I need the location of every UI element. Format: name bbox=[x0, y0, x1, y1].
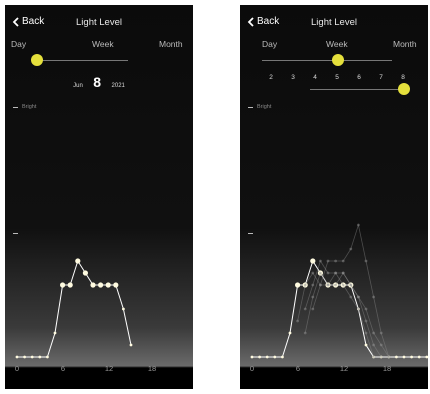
x-tick-6: 6 bbox=[295, 364, 301, 373]
data-point bbox=[311, 295, 315, 299]
data-point bbox=[122, 307, 125, 311]
data-point bbox=[258, 355, 261, 359]
x-tick-0: 0 bbox=[14, 364, 20, 373]
data-point bbox=[311, 271, 315, 275]
data-point bbox=[357, 295, 360, 299]
light-level-chart bbox=[15, 258, 133, 359]
data-point bbox=[379, 343, 383, 347]
x-tick-6: 6 bbox=[60, 364, 66, 373]
data-point bbox=[60, 282, 66, 288]
data-point bbox=[341, 259, 345, 263]
data-point bbox=[372, 355, 375, 359]
data-point bbox=[67, 282, 73, 288]
data-point bbox=[357, 307, 360, 311]
data-point bbox=[303, 331, 307, 335]
data-point bbox=[334, 271, 337, 275]
series-line bbox=[252, 259, 427, 358]
x-axis: 0 6 12 18 bbox=[240, 364, 428, 380]
data-point bbox=[334, 283, 337, 287]
data-point bbox=[53, 331, 57, 335]
data-point bbox=[326, 271, 330, 275]
data-point bbox=[364, 319, 368, 323]
data-point bbox=[326, 259, 330, 263]
data-point bbox=[311, 283, 315, 287]
data-point bbox=[15, 355, 19, 359]
data-point bbox=[417, 355, 421, 359]
data-point bbox=[387, 355, 391, 359]
data-point bbox=[250, 355, 254, 359]
data-point bbox=[364, 307, 368, 311]
data-point bbox=[319, 283, 322, 287]
data-point bbox=[326, 283, 330, 287]
data-point bbox=[273, 355, 277, 359]
data-point bbox=[319, 271, 322, 275]
data-point bbox=[311, 307, 315, 311]
data-point bbox=[349, 283, 353, 287]
data-point bbox=[310, 258, 316, 264]
data-point bbox=[364, 331, 368, 335]
data-point bbox=[364, 259, 368, 263]
data-point bbox=[334, 259, 337, 263]
week-view-screen: Back Light Level Day Week Month 2 3 4 5 … bbox=[240, 5, 428, 389]
x-tick-12: 12 bbox=[104, 364, 114, 373]
series-line bbox=[17, 259, 132, 358]
data-point bbox=[281, 355, 284, 359]
series-line bbox=[304, 272, 390, 358]
series-line bbox=[304, 260, 382, 358]
data-point bbox=[105, 282, 111, 288]
data-point bbox=[129, 343, 133, 347]
data-point bbox=[46, 355, 49, 359]
data-point bbox=[295, 282, 301, 288]
data-point bbox=[265, 355, 269, 359]
data-point bbox=[379, 355, 383, 359]
x-axis: 0 6 12 18 bbox=[5, 364, 193, 380]
x-tick-18: 18 bbox=[382, 364, 392, 373]
data-point bbox=[82, 270, 88, 276]
data-point bbox=[288, 331, 292, 335]
data-point bbox=[364, 343, 368, 347]
data-point bbox=[410, 355, 413, 359]
data-point bbox=[395, 355, 398, 359]
x-tick-12: 12 bbox=[339, 364, 349, 373]
x-tick-18: 18 bbox=[147, 364, 157, 373]
data-point bbox=[379, 331, 383, 335]
data-point bbox=[75, 258, 81, 264]
data-point bbox=[98, 282, 104, 288]
data-point bbox=[113, 282, 119, 288]
data-point bbox=[357, 223, 360, 227]
data-point bbox=[30, 355, 34, 359]
data-point bbox=[341, 271, 345, 275]
data-point bbox=[349, 247, 353, 251]
data-point bbox=[38, 355, 42, 359]
data-point bbox=[303, 283, 307, 287]
light-level-chart bbox=[250, 223, 428, 359]
data-point bbox=[319, 259, 322, 263]
data-point bbox=[372, 343, 375, 347]
data-point bbox=[303, 307, 307, 311]
data-point bbox=[372, 295, 375, 299]
day-view-screen: Back Light Level Day Week Month Jun 8 20… bbox=[5, 5, 193, 389]
data-point bbox=[402, 355, 406, 359]
x-tick-0: 0 bbox=[249, 364, 255, 373]
data-point bbox=[425, 355, 428, 359]
data-point bbox=[372, 331, 375, 335]
data-point bbox=[90, 282, 96, 288]
data-point bbox=[341, 283, 345, 287]
data-point bbox=[23, 355, 26, 359]
data-point bbox=[349, 295, 353, 299]
series-line bbox=[312, 223, 390, 358]
data-point bbox=[296, 319, 299, 323]
